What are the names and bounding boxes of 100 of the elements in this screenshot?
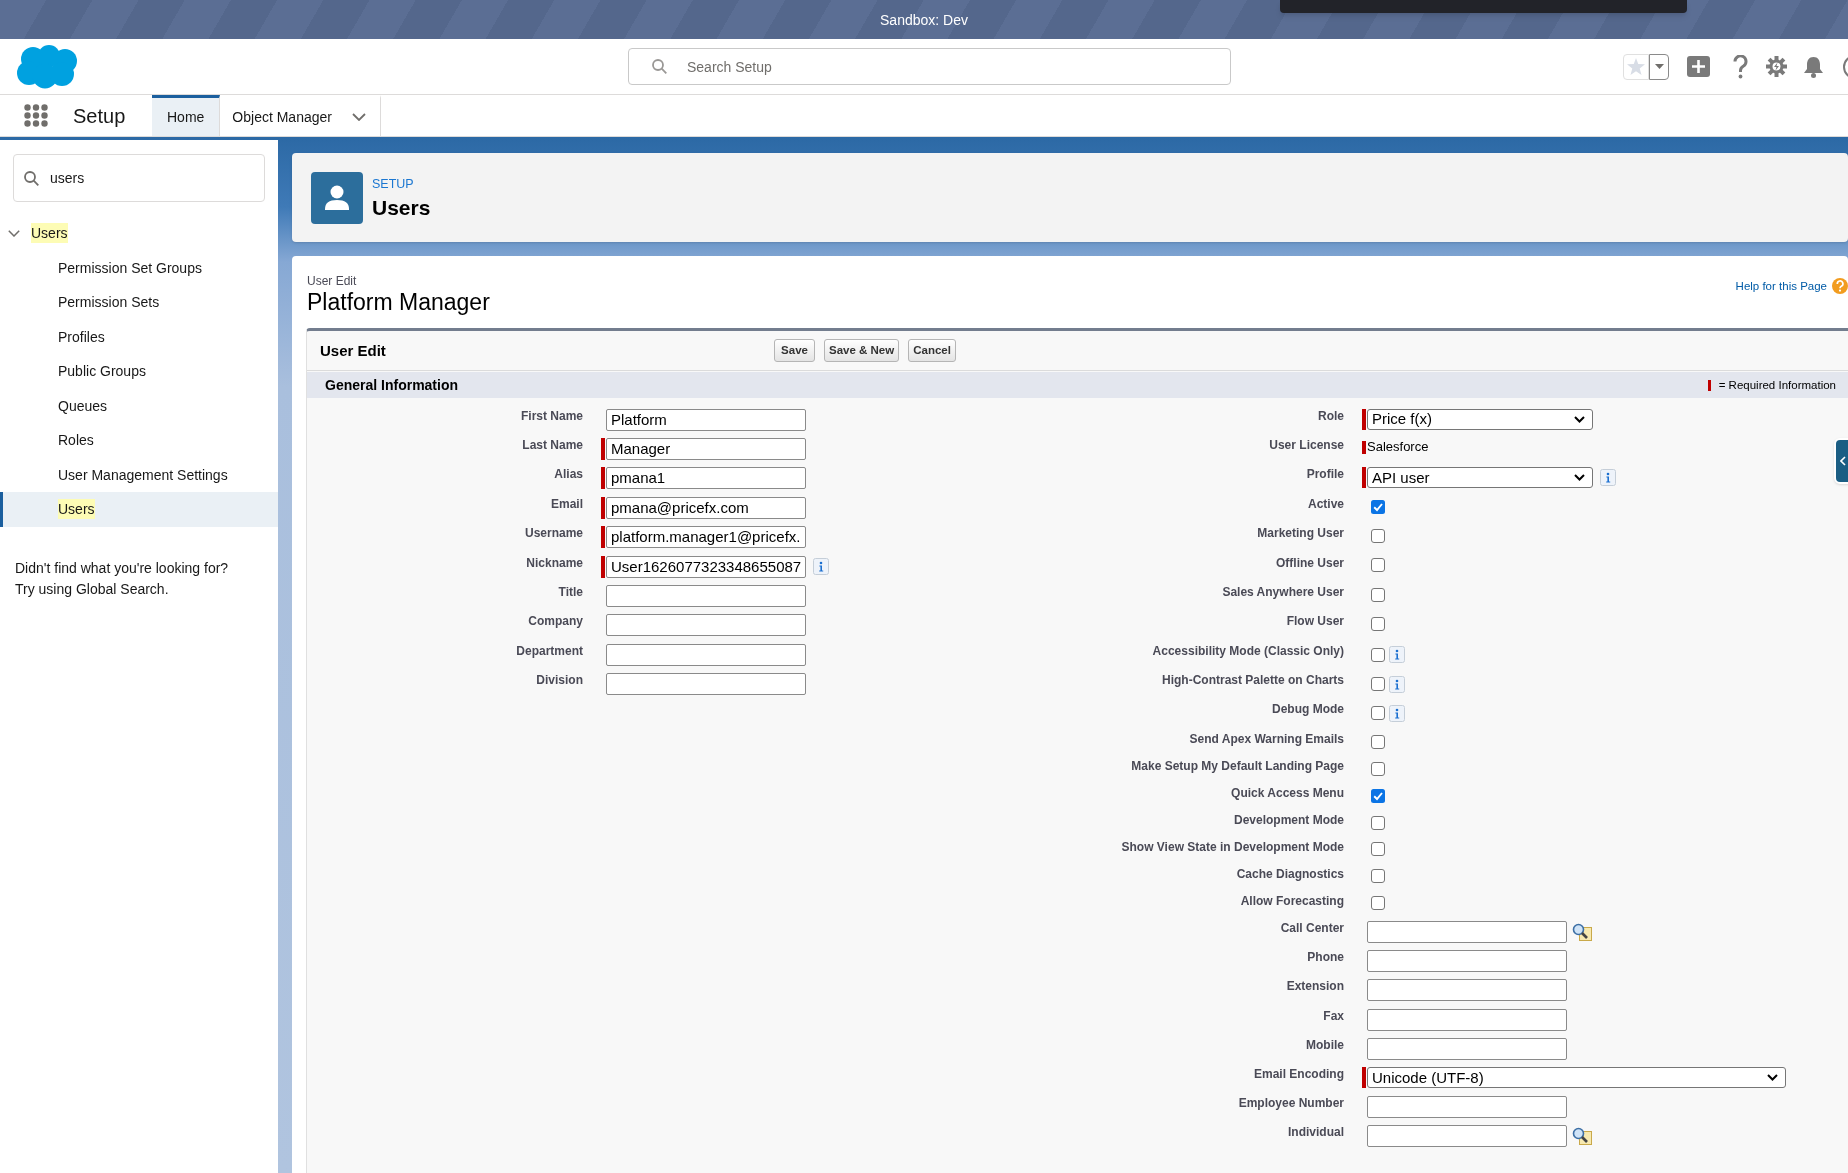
tree-item[interactable]: Users bbox=[0, 492, 278, 527]
tree-item[interactable]: Permission Sets bbox=[0, 285, 278, 320]
text-field[interactable] bbox=[1367, 920, 1567, 943]
field-label: Send Apex Warning Emails bbox=[1189, 731, 1344, 746]
text-field[interactable]: Manager bbox=[606, 438, 806, 461]
field-label: Debug Mode bbox=[1272, 702, 1344, 717]
settings-icon[interactable] bbox=[1766, 56, 1787, 77]
text-field[interactable] bbox=[606, 673, 806, 696]
field-label: Email Encoding bbox=[1254, 1067, 1344, 1082]
help-icon[interactable] bbox=[1733, 54, 1748, 79]
select-field[interactable]: Price f(x) bbox=[1367, 408, 1593, 430]
nav-tab[interactable]: Home bbox=[152, 95, 221, 136]
field-label: Individual bbox=[1288, 1125, 1344, 1140]
text-field[interactable]: Platform bbox=[606, 408, 806, 431]
text-field[interactable] bbox=[1367, 1038, 1567, 1061]
tree-item[interactable]: Roles bbox=[0, 423, 278, 458]
help-text: Didn't find what you're looking for? bbox=[15, 558, 229, 578]
environment-label: Sandbox: Dev bbox=[880, 11, 968, 28]
text-field[interactable]: pmana@pricefx.com bbox=[606, 496, 806, 519]
cloud-logo-icon[interactable] bbox=[15, 44, 79, 89]
field-label: Offline User bbox=[1276, 555, 1344, 570]
checkbox[interactable] bbox=[1371, 677, 1385, 692]
sidebar-search-field[interactable]: users bbox=[13, 154, 265, 202]
field-label: Marketing User bbox=[1257, 526, 1344, 541]
text-field[interactable] bbox=[606, 643, 806, 666]
checkbox[interactable] bbox=[1371, 529, 1385, 543]
field-label: First Name bbox=[520, 408, 583, 423]
field-label: Accessibility Mode (Classic Only) bbox=[1152, 643, 1344, 658]
checkbox[interactable] bbox=[1371, 734, 1385, 749]
text-field[interactable] bbox=[1367, 979, 1567, 1002]
info-icon[interactable] bbox=[1389, 646, 1405, 664]
search-icon bbox=[652, 59, 667, 74]
field-label: Department bbox=[516, 643, 583, 658]
record-title: Platform Manager bbox=[307, 288, 490, 316]
page-eyebrow: SETUP bbox=[372, 177, 414, 192]
tree-item[interactable]: User Management Settings bbox=[0, 457, 278, 492]
field-label: User License bbox=[1269, 438, 1344, 453]
tree-item[interactable]: Profiles bbox=[0, 319, 278, 354]
field-label: Fax bbox=[1323, 1008, 1344, 1023]
checkbox[interactable] bbox=[1371, 587, 1385, 602]
help-link[interactable]: Help for this Page bbox=[1735, 279, 1827, 293]
app-name: Setup bbox=[73, 103, 126, 128]
field-label: Last Name bbox=[522, 438, 583, 453]
info-icon[interactable] bbox=[813, 558, 829, 576]
checkbox[interactable] bbox=[1371, 617, 1385, 632]
checkbox[interactable] bbox=[1371, 558, 1385, 573]
info-icon[interactable] bbox=[1389, 704, 1405, 722]
section-title: General Information bbox=[325, 377, 459, 393]
select-field[interactable]: Unicode (UTF-8) bbox=[1367, 1067, 1786, 1089]
text-field[interactable] bbox=[606, 614, 806, 637]
field-label: Nickname bbox=[526, 555, 583, 570]
field-label: Employee Number bbox=[1238, 1095, 1344, 1110]
checkbox[interactable] bbox=[1371, 788, 1385, 803]
chevron-down-icon[interactable] bbox=[8, 229, 20, 237]
field-label: Sales Anywhere User bbox=[1222, 584, 1344, 599]
favorites-menu-button[interactable] bbox=[1649, 53, 1669, 80]
text-field[interactable] bbox=[1367, 1095, 1567, 1118]
form-button[interactable]: Save bbox=[774, 339, 815, 362]
search-field[interactable]: Search Setup bbox=[628, 48, 1231, 85]
help-text: Try using Global Search. bbox=[15, 579, 169, 599]
text-field[interactable]: pmana1 bbox=[606, 467, 806, 490]
checkbox[interactable] bbox=[1371, 869, 1385, 884]
checkbox[interactable] bbox=[1371, 499, 1385, 514]
info-icon[interactable] bbox=[1389, 675, 1405, 693]
checkbox[interactable] bbox=[1371, 647, 1385, 662]
checkbox[interactable] bbox=[1371, 815, 1385, 830]
required-legend: = Required Information bbox=[1718, 378, 1836, 392]
search-icon[interactable] bbox=[1572, 1127, 1592, 1146]
field-label: Call Center bbox=[1280, 920, 1344, 935]
app-launcher-icon[interactable] bbox=[24, 104, 48, 127]
field-label: Phone bbox=[1307, 949, 1344, 964]
form-button[interactable]: Cancel bbox=[908, 339, 956, 362]
star-icon bbox=[1627, 58, 1645, 75]
select-field[interactable]: API user bbox=[1367, 467, 1593, 489]
add-icon[interactable] bbox=[1687, 56, 1710, 77]
tree-item[interactable]: Queues bbox=[0, 388, 278, 423]
tree-item[interactable]: Public Groups bbox=[0, 354, 278, 389]
side-panel-tab[interactable] bbox=[1834, 438, 1848, 484]
field-label: High-Contrast Palette on Charts bbox=[1162, 673, 1344, 688]
tree-item[interactable]: Users bbox=[0, 216, 278, 251]
text-field[interactable] bbox=[1367, 1008, 1567, 1031]
person-icon bbox=[311, 171, 363, 224]
text-field[interactable] bbox=[1367, 1125, 1567, 1148]
tree-item[interactable]: Permission Set Groups bbox=[0, 250, 278, 285]
text-field[interactable]: platform.manager1@pricefx. bbox=[606, 526, 806, 549]
info-icon[interactable] bbox=[1600, 469, 1616, 487]
field-label: Show View State in Development Mode bbox=[1121, 839, 1344, 854]
field-label: Alias bbox=[554, 467, 583, 482]
search-icon[interactable] bbox=[1572, 922, 1592, 941]
checkbox[interactable] bbox=[1371, 842, 1385, 857]
checkbox[interactable] bbox=[1371, 761, 1385, 776]
checkbox[interactable] bbox=[1371, 706, 1385, 721]
text-field[interactable]: User1626077323348655087 bbox=[606, 555, 806, 578]
text-field[interactable] bbox=[606, 584, 806, 607]
checkbox[interactable] bbox=[1371, 896, 1385, 911]
field-label: Mobile bbox=[1306, 1038, 1344, 1053]
record-subtitle: User Edit bbox=[307, 274, 357, 288]
form-button[interactable]: Save & New bbox=[824, 339, 900, 362]
text-field[interactable] bbox=[1367, 949, 1567, 972]
notifications-icon[interactable] bbox=[1803, 55, 1824, 78]
